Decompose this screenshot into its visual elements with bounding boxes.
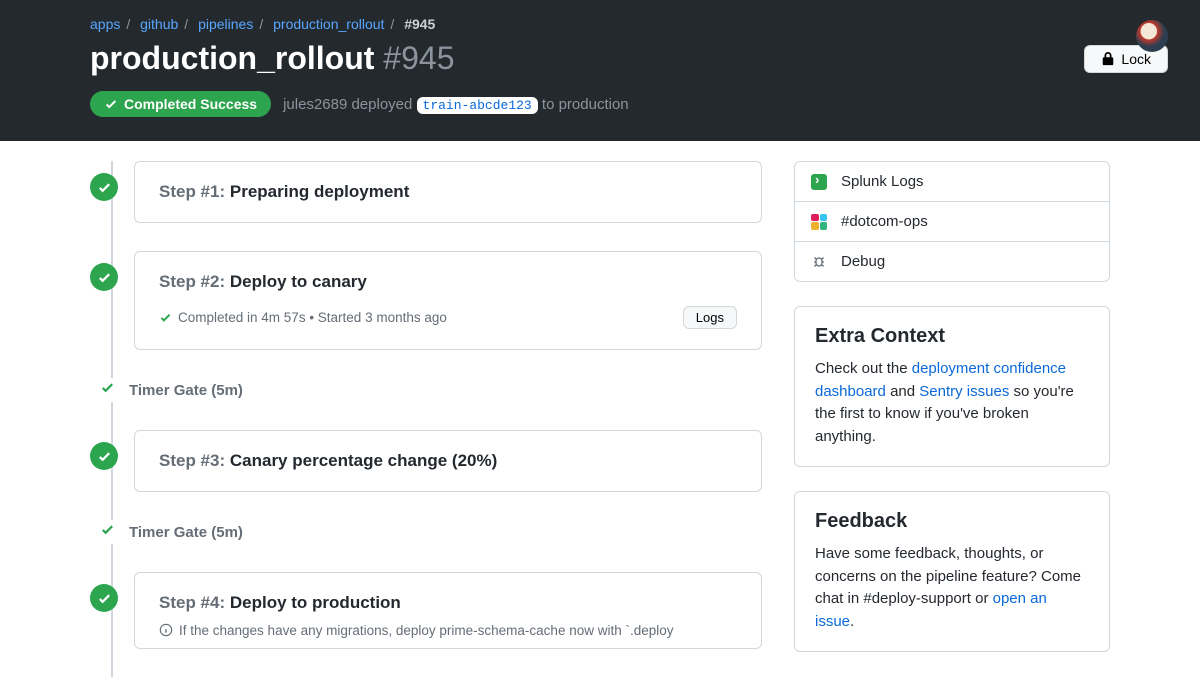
extra-context-title: Extra Context — [815, 325, 1089, 348]
step-status-icon — [90, 442, 118, 470]
extra-context-body: Check out the deployment confidence dash… — [815, 358, 1089, 448]
gate-status-icon — [100, 378, 115, 402]
sidebar-link-splunk[interactable]: Splunk Logs — [795, 162, 1109, 201]
sidebar-links: Splunk Logs #dotcom-ops Debug — [794, 161, 1110, 282]
bug-icon — [811, 254, 827, 270]
status-badge: Completed Success — [90, 91, 271, 117]
step-note: If the changes have any migrations, depl… — [159, 623, 674, 638]
timer-gate-label: Timer Gate (5m) — [129, 382, 243, 399]
step-status-icon — [90, 263, 118, 291]
logs-button[interactable]: Logs — [683, 306, 737, 329]
sidebar-link-debug[interactable]: Debug — [795, 241, 1109, 281]
breadcrumb-link[interactable]: pipelines — [198, 16, 253, 32]
breadcrumb-link[interactable]: production_rollout — [273, 16, 384, 32]
slack-icon — [811, 214, 827, 230]
step-meta: Completed in 4m 57s • Started 3 months a… — [159, 310, 447, 325]
splunk-icon — [811, 174, 827, 190]
feedback-body: Have some feedback, thoughts, or concern… — [815, 543, 1089, 633]
breadcrumb-current: #945 — [404, 16, 435, 32]
step-status-icon — [90, 173, 118, 201]
sentry-issues-link[interactable]: Sentry issues — [919, 383, 1009, 400]
gate-status-icon — [100, 520, 115, 544]
info-icon — [159, 623, 173, 637]
lock-icon — [1101, 52, 1115, 66]
commit-sha[interactable]: train-abcde123 — [417, 97, 538, 114]
page-title: production_rollout #945 — [90, 40, 454, 77]
avatar[interactable] — [1136, 20, 1168, 52]
timer-gate-label: Timer Gate (5m) — [129, 524, 243, 541]
breadcrumb: apps/ github/ pipelines/ production_roll… — [90, 16, 1168, 32]
step-card[interactable]: Step #1: Preparing deployment — [134, 161, 762, 223]
timeline: Step #1: Preparing deployment Step #2: D… — [90, 161, 762, 677]
step-card[interactable]: Step #2: Deploy to canary Completed in 4… — [134, 251, 762, 350]
check-icon — [159, 311, 172, 324]
breadcrumb-link[interactable]: apps — [90, 16, 120, 32]
step-card[interactable]: Step #3: Canary percentage change (20%) — [134, 430, 762, 492]
breadcrumb-link[interactable]: github — [140, 16, 178, 32]
feedback-card: Feedback Have some feedback, thoughts, o… — [794, 491, 1110, 652]
step-status-icon — [90, 584, 118, 612]
deploy-summary: jules2689 deployed train-abcde123 to pro… — [283, 96, 629, 113]
extra-context-card: Extra Context Check out the deployment c… — [794, 306, 1110, 467]
sidebar-link-slack[interactable]: #dotcom-ops — [795, 201, 1109, 241]
check-icon — [104, 97, 118, 111]
step-card[interactable]: Step #4: Deploy to production If the cha… — [134, 572, 762, 649]
feedback-title: Feedback — [815, 510, 1089, 533]
